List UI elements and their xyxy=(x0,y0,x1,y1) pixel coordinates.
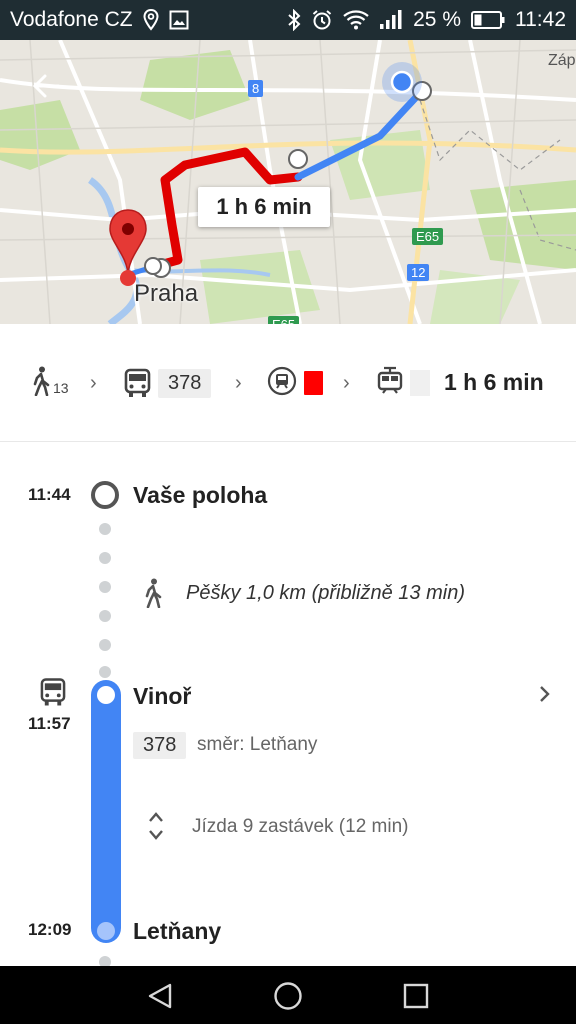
trip-timeline xyxy=(0,442,576,966)
destination-pin-icon[interactable] xyxy=(108,208,148,288)
bus-line-chip: 378 xyxy=(133,732,187,759)
carrier-label: Vodafone CZ xyxy=(10,8,133,31)
bus-line-bar xyxy=(91,680,121,943)
city-label: Praha xyxy=(134,280,199,307)
route-map[interactable]: Záp 8 E65 12 E65 Praha 1 h 6 min xyxy=(0,40,576,324)
board-stop-name[interactable]: Vinoř xyxy=(133,683,191,710)
map-canvas xyxy=(0,40,576,324)
walk-dot xyxy=(99,552,111,564)
gallery-icon xyxy=(169,10,189,30)
arrow-back-icon xyxy=(32,74,60,98)
alarm-icon xyxy=(311,9,333,31)
bluetooth-icon xyxy=(287,9,301,31)
walk-minutes: 13 xyxy=(53,380,69,396)
start-time: 11:44 xyxy=(28,485,71,504)
bus-icon xyxy=(40,677,66,712)
alight-stop-marker xyxy=(97,922,115,940)
alight-stop-name[interactable]: Letňany xyxy=(133,918,221,945)
walk-instruction[interactable]: Pěšky 1,0 km (přibližně 13 min) xyxy=(186,582,465,605)
road-badge: E65 xyxy=(268,316,300,324)
back-button[interactable] xyxy=(26,66,66,106)
road-badge: E65 xyxy=(412,228,444,245)
total-duration: 1 h 6 min xyxy=(444,369,544,395)
expand-stops-icon[interactable] xyxy=(147,810,165,847)
bus-direction: směr: Letňany xyxy=(197,734,318,755)
walk-dot xyxy=(99,523,111,535)
screen: Vodafone CZ 25 % 11:42 Záp 8 E65 12 Prah… xyxy=(0,0,576,1024)
walk-icon xyxy=(143,578,163,613)
recents-nav-icon[interactable] xyxy=(400,980,432,1012)
road-badge: 12 xyxy=(407,264,430,281)
signal-icon xyxy=(379,10,403,30)
walk-step: 13 xyxy=(30,366,69,396)
alight-time: 12:09 xyxy=(28,920,72,939)
tram-line-badge xyxy=(410,370,430,396)
walk-dot xyxy=(99,639,111,651)
nav-bar xyxy=(0,966,576,1024)
map-edge-label: Záp xyxy=(548,52,576,69)
home-nav-icon[interactable] xyxy=(272,980,304,1012)
metro-line-badge xyxy=(304,371,323,395)
battery-percent: 25 % xyxy=(413,8,461,31)
back-nav-icon[interactable] xyxy=(144,980,176,1012)
start-point-icon xyxy=(91,481,119,509)
clock: 11:42 xyxy=(515,8,566,31)
walk-icon xyxy=(33,366,50,396)
start-location-name[interactable]: Vaše poloha xyxy=(133,482,267,509)
board-stop-marker xyxy=(97,686,115,704)
location-icon xyxy=(143,9,159,31)
metro-icon xyxy=(267,366,297,401)
status-bar: Vodafone CZ 25 % 11:42 xyxy=(0,0,576,40)
walk-dot xyxy=(99,581,111,593)
walk-dot xyxy=(99,610,111,622)
battery-icon xyxy=(471,11,505,29)
chevron-right-icon[interactable] xyxy=(538,684,552,709)
chevron-right-icon: › xyxy=(343,372,350,394)
walk-dot xyxy=(99,666,111,678)
road-badge: 8 xyxy=(248,80,264,97)
chevron-right-icon: › xyxy=(90,372,97,394)
wifi-icon xyxy=(343,10,369,30)
duration-bubble[interactable]: 1 h 6 min xyxy=(198,187,330,227)
board-time: 11:57 xyxy=(28,714,71,733)
chevron-right-icon: › xyxy=(235,372,242,394)
bus-icon xyxy=(124,368,151,403)
tram-icon xyxy=(375,366,405,401)
bus-line-chip: 378 xyxy=(158,369,212,398)
ride-info[interactable]: Jízda 9 zastávek (12 min) xyxy=(192,816,408,838)
